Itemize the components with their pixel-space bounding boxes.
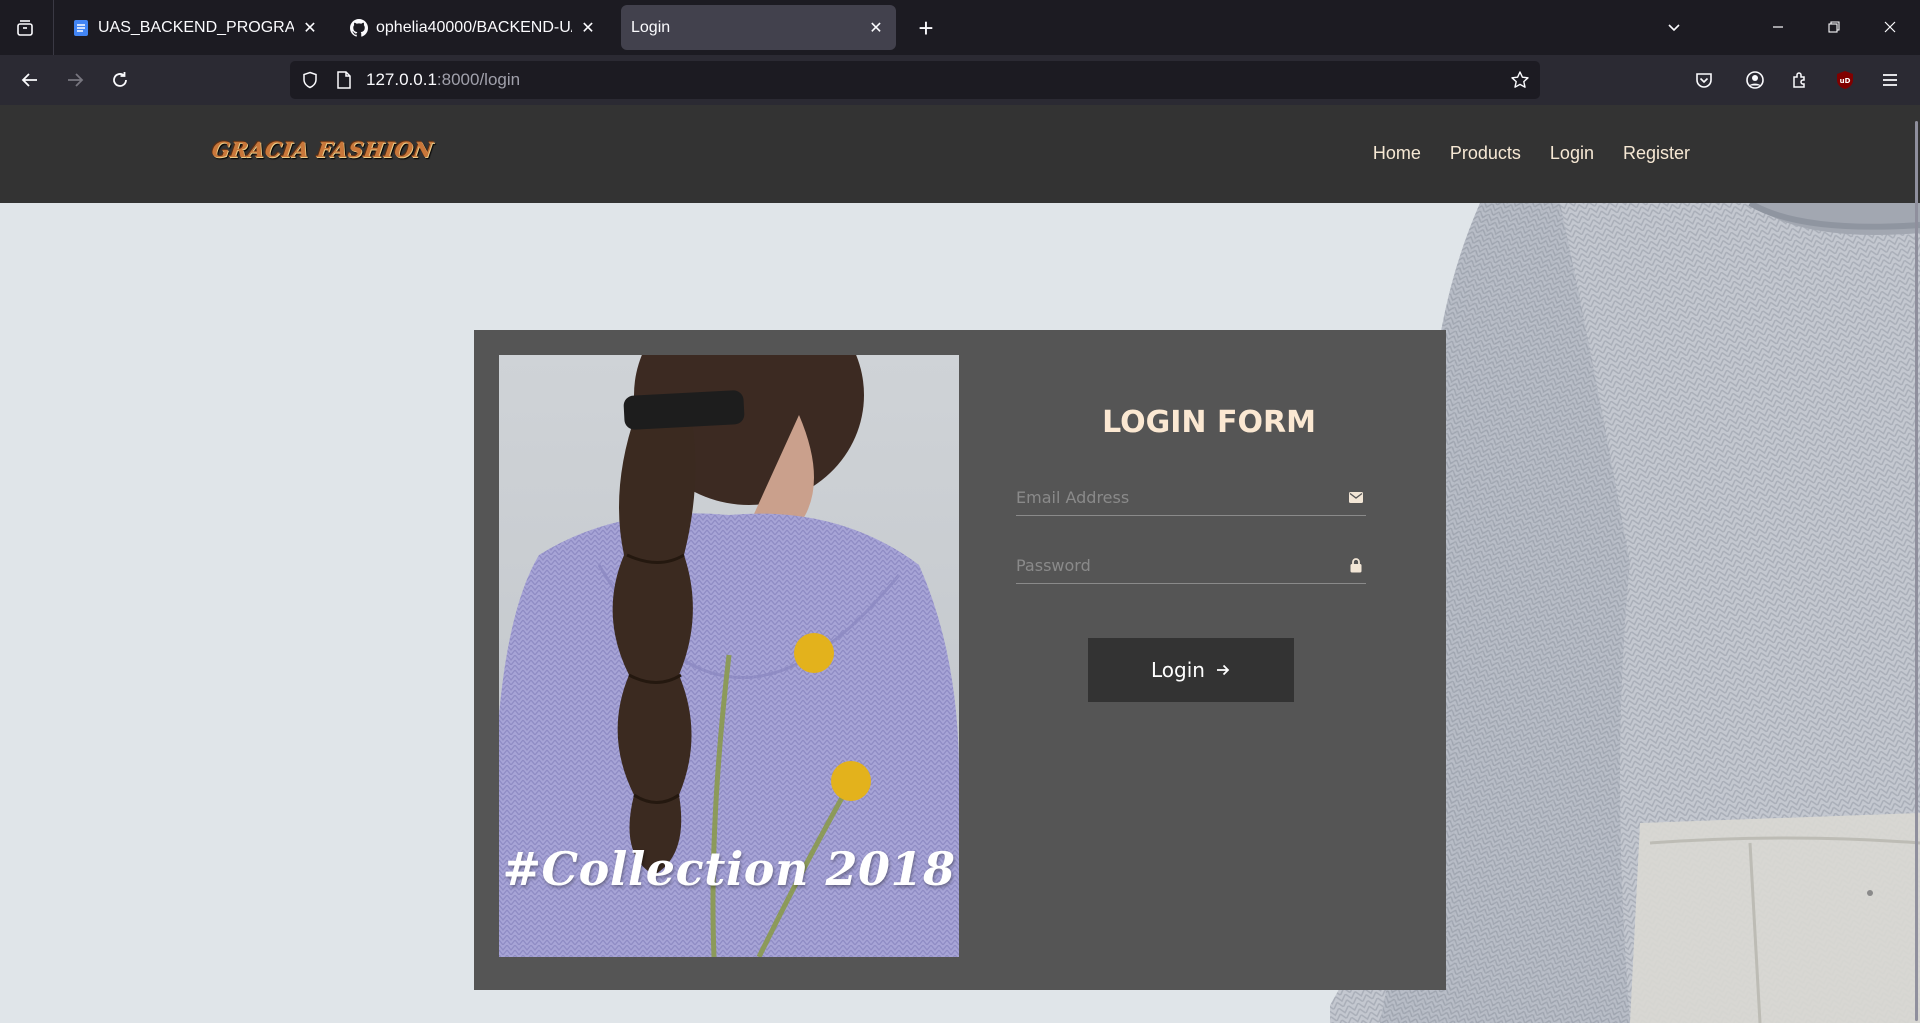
- password-field[interactable]: [1016, 548, 1366, 584]
- tab-title: Login: [631, 18, 671, 36]
- close-tab-icon[interactable]: ✕: [578, 18, 598, 38]
- email-input[interactable]: [1016, 480, 1336, 514]
- nav-link-login[interactable]: Login: [1550, 143, 1594, 164]
- ublock-button[interactable]: uD: [1827, 62, 1863, 98]
- url-path: :8000/login: [436, 70, 521, 89]
- lock-icon: [1348, 557, 1364, 573]
- envelope-icon: [1348, 489, 1364, 505]
- browser-tab-bar: UAS_BACKEND_PROGRAMMING ✕ ophelia40000/B…: [0, 0, 1920, 55]
- arrow-left-icon: [21, 73, 37, 87]
- tab-overview-button[interactable]: [8, 12, 42, 44]
- url-text[interactable]: 127.0.0.1:8000/login: [366, 70, 520, 90]
- tab-title: ophelia40000/BACKEND-UAS: [376, 18, 572, 36]
- account-button[interactable]: [1737, 62, 1773, 98]
- extensions-button[interactable]: [1782, 62, 1818, 98]
- site-nav: Home Products Login Register: [1373, 143, 1690, 164]
- github-icon: [350, 18, 368, 37]
- web-page: GRACIA FASHION Home Products Login Regis…: [0, 105, 1920, 1023]
- tab-google-docs[interactable]: UAS_BACKEND_PROGRAMMING ✕: [62, 5, 330, 50]
- plus-icon: +: [918, 12, 934, 43]
- nav-link-products[interactable]: Products: [1450, 143, 1521, 164]
- url-host: 127.0.0.1: [366, 70, 437, 89]
- page-scrollbar[interactable]: [1915, 121, 1918, 1021]
- ublock-origin-icon: uD: [1837, 71, 1853, 89]
- close-tab-icon[interactable]: ✕: [300, 18, 320, 38]
- pocket-button[interactable]: [1686, 62, 1722, 98]
- site-header: GRACIA FASHION Home Products Login Regis…: [0, 105, 1920, 203]
- bookmark-star-icon[interactable]: [1508, 68, 1532, 92]
- site-logo[interactable]: GRACIA FASHION: [210, 137, 435, 162]
- page-icon[interactable]: [332, 68, 356, 92]
- login-form-title: LOGIN FORM: [1102, 405, 1316, 440]
- shield-icon[interactable]: [298, 68, 322, 92]
- login-card: #Collection 2018 LOGIN FORM Login: [474, 330, 1446, 990]
- login-button[interactable]: Login: [1088, 638, 1294, 702]
- minimize-button[interactable]: [1756, 8, 1800, 46]
- pocket-icon: [1696, 73, 1712, 88]
- arrow-right-icon: [68, 73, 84, 87]
- svg-text:uD: uD: [1840, 77, 1851, 85]
- close-tab-icon[interactable]: ✕: [866, 18, 886, 38]
- tab-login-active[interactable]: Login ✕: [621, 5, 896, 50]
- collection-caption: #Collection 2018: [502, 842, 956, 896]
- reload-button[interactable]: [102, 62, 138, 98]
- email-field[interactable]: [1016, 480, 1366, 516]
- restore-icon: [1828, 21, 1840, 33]
- chevron-down-icon: [1668, 24, 1680, 32]
- google-docs-icon: [72, 19, 90, 37]
- puzzle-icon: [1793, 72, 1805, 88]
- account-icon: [1746, 71, 1764, 89]
- close-window-button[interactable]: [1868, 8, 1912, 46]
- tab-separator: [53, 0, 54, 55]
- hamburger-menu-icon: [1883, 74, 1897, 86]
- tab-title: UAS_BACKEND_PROGRAMMING: [98, 18, 294, 36]
- url-bar[interactable]: 127.0.0.1:8000/login: [290, 61, 1540, 99]
- minimize-icon: [1773, 26, 1783, 28]
- restore-button[interactable]: [1812, 8, 1856, 46]
- folder-tray-icon: [17, 20, 33, 36]
- browser-nav-bar: 127.0.0.1:8000/login uD: [0, 55, 1920, 105]
- menu-button[interactable]: [1872, 62, 1908, 98]
- close-icon: [1884, 21, 1896, 33]
- collection-photo: #Collection 2018: [499, 355, 959, 957]
- nav-link-home[interactable]: Home: [1373, 143, 1421, 164]
- nav-link-register[interactable]: Register: [1623, 143, 1690, 164]
- password-input[interactable]: [1016, 548, 1336, 582]
- list-all-tabs-button[interactable]: [1652, 8, 1696, 46]
- arrow-right-icon: [1216, 664, 1230, 676]
- login-button-label: Login: [1151, 658, 1205, 682]
- back-button[interactable]: [12, 62, 48, 98]
- reload-icon: [113, 72, 127, 87]
- tab-github[interactable]: ophelia40000/BACKEND-UAS ✕: [340, 5, 608, 50]
- new-tab-button[interactable]: +: [910, 12, 942, 44]
- forward-button[interactable]: [57, 62, 93, 98]
